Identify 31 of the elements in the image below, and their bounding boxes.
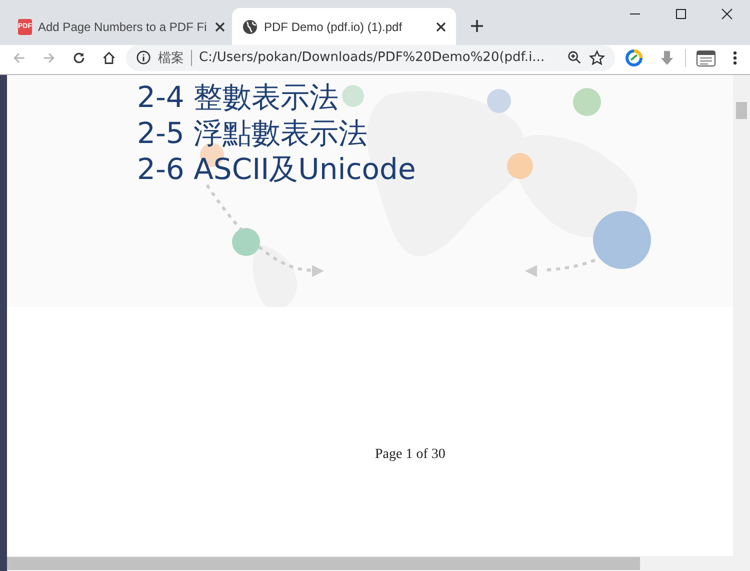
security-label: 檔案 bbox=[158, 50, 184, 66]
home-icon bbox=[102, 50, 116, 66]
close-tab-button[interactable] bbox=[434, 20, 448, 34]
contents-line: 2-5 浮點數表示法 bbox=[137, 115, 369, 151]
info-icon[interactable] bbox=[136, 50, 151, 65]
horizontal-scrollbar[interactable] bbox=[0, 556, 750, 571]
maximize-icon bbox=[675, 8, 687, 20]
menu-icon[interactable] bbox=[732, 50, 738, 66]
extension-icon[interactable] bbox=[625, 48, 643, 66]
globe-icon bbox=[242, 18, 258, 34]
new-tab-button[interactable] bbox=[468, 17, 486, 35]
vertical-scrollbar[interactable] bbox=[733, 75, 750, 556]
browser-tab[interactable]: PDF Demo (pdf.io) (1).pdf bbox=[232, 8, 456, 45]
tab-title: PDF Demo (pdf.io) (1).pdf bbox=[264, 20, 404, 34]
close-tab-button[interactable] bbox=[212, 20, 227, 34]
plus-icon bbox=[470, 19, 484, 33]
address-bar[interactable]: 檔案 C:/Users/pokan/Downloads/PDF%20Demo%20(pdf.i... bbox=[126, 44, 615, 70]
close-icon bbox=[436, 22, 446, 32]
scrollbar-thumb[interactable] bbox=[736, 102, 747, 119]
close-icon bbox=[214, 22, 225, 32]
zoom-icon[interactable] bbox=[567, 50, 582, 65]
page-number-text: Page 1 of 30 bbox=[375, 447, 446, 463]
contents-line: 2-4 整數表示法 bbox=[137, 79, 340, 115]
close-icon bbox=[721, 8, 733, 20]
calendar-icon[interactable] bbox=[696, 48, 716, 66]
tab-title: Add Page Numbers to a PDF Fi bbox=[38, 20, 207, 34]
url-text: C:/Users/pokan/Downloads/PDF%20Demo%20(pdf.i... bbox=[199, 50, 546, 65]
download-icon[interactable] bbox=[659, 50, 675, 66]
contents-line: 2-6 ASCII及Unicode bbox=[137, 151, 417, 187]
star-icon[interactable] bbox=[589, 50, 605, 66]
scrollbar-thumb[interactable] bbox=[7, 557, 640, 570]
